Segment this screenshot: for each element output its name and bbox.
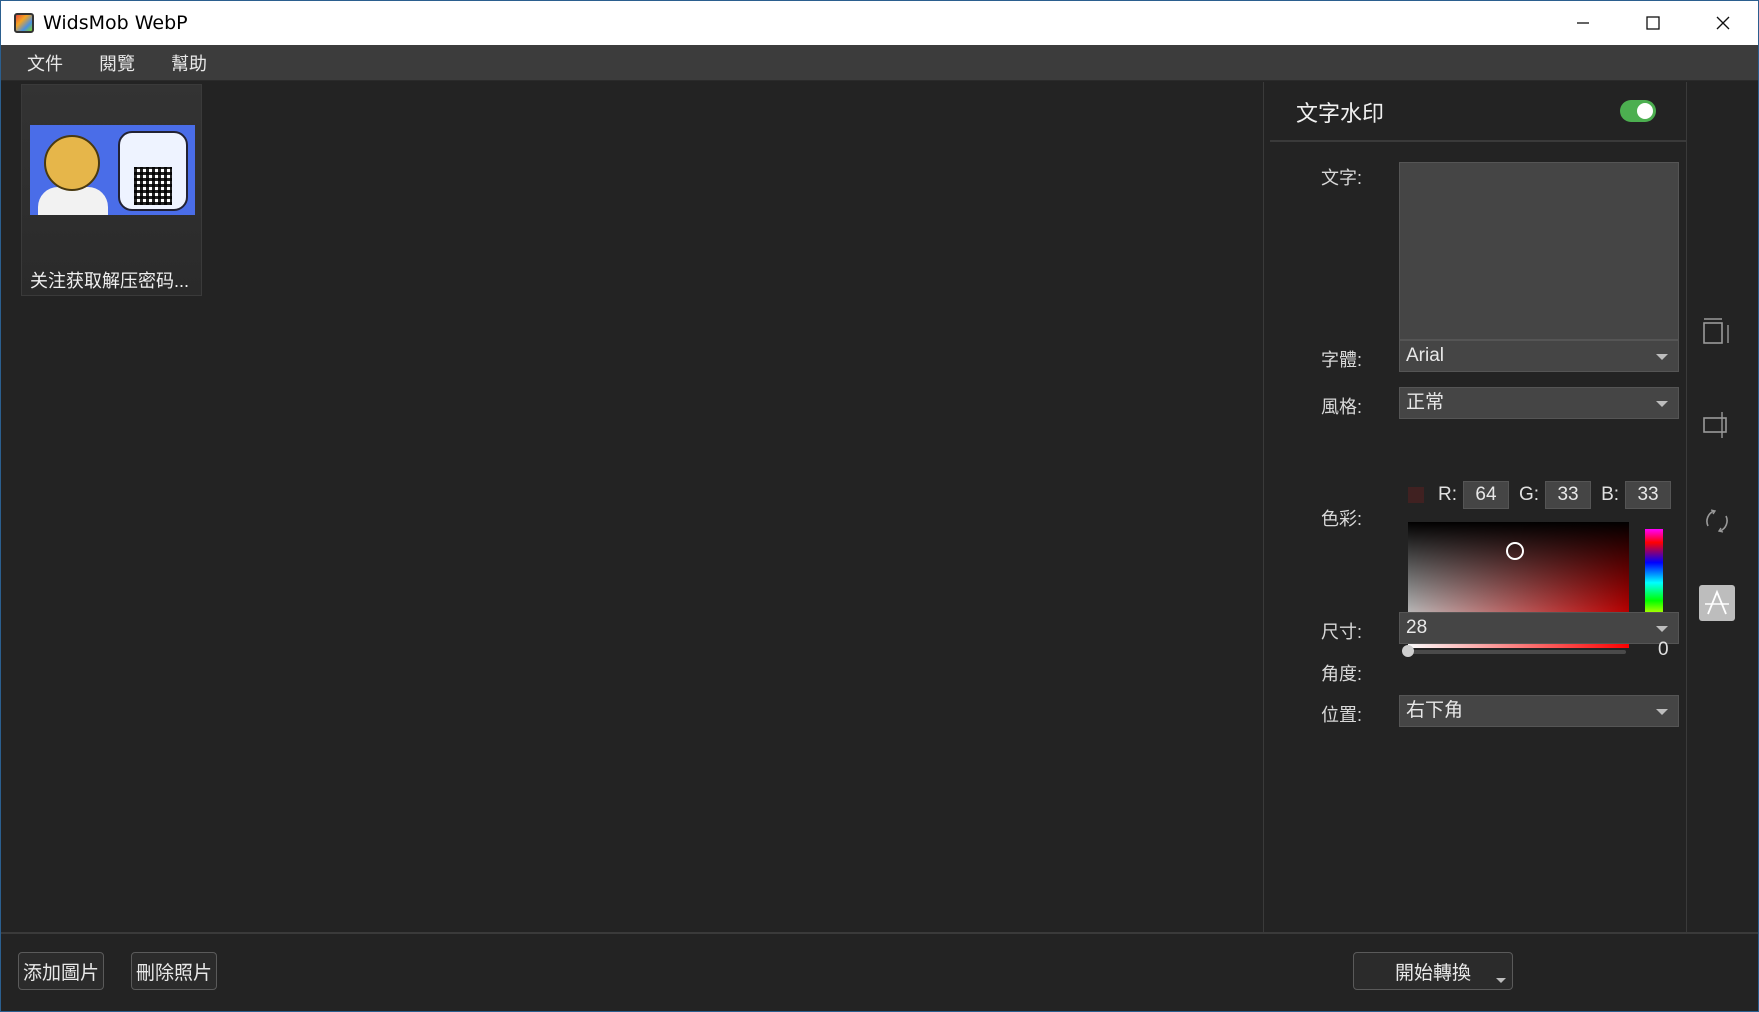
toggle-knob [1637,103,1653,119]
font-select-value: Arial [1406,345,1445,366]
angle-label: 角度: [1321,664,1363,684]
window-controls [1548,1,1758,45]
menu-bar: 文件 閱覽 幫助 [1,45,1758,81]
face-shape [44,135,100,191]
watermark-panel: 文字水印 文字: 字體: Arial 風格: 正常 R: 64 G: 33 B:… [1263,82,1690,932]
watermark-toggle[interactable] [1620,100,1656,122]
picker-cursor[interactable] [1506,542,1524,560]
g-label: G: [1519,484,1540,505]
chevron-down-icon[interactable] [1496,978,1506,983]
panel-title: 文字水印 [1296,101,1385,126]
maximize-icon [1646,16,1660,30]
resize-tool[interactable] [1699,407,1735,443]
qr-code-shape [134,167,172,205]
start-convert-button[interactable]: 開始轉換 [1353,952,1513,990]
delete-photo-button[interactable]: 刪除照片 [131,952,217,990]
b-label: B: [1601,484,1620,505]
angle-slider-track[interactable] [1406,650,1626,654]
font-select[interactable]: Arial [1399,340,1679,372]
image-thumbnail[interactable]: 关注获取解压密码... [21,84,202,296]
close-button[interactable] [1688,1,1758,45]
color-label: 色彩: [1321,509,1363,529]
rotate-tool[interactable] [1699,503,1735,539]
menu-item-view[interactable]: 閱覽 [81,50,153,76]
style-label: 風格: [1321,397,1363,417]
size-select-value: 28 [1406,617,1428,638]
app-icon [14,13,34,33]
font-label: 字體: [1321,350,1363,370]
angle-value: 0 [1658,639,1669,660]
color-swatch [1408,487,1424,503]
start-convert-label: 開始轉換 [1394,962,1471,984]
app-window: WidsMob WebP 文件 閱覽 幫助 关注获取解压密码... 文字水印 文… [0,0,1759,1012]
chevron-down-icon [1656,354,1668,360]
text-label: 文字: [1321,168,1363,188]
menu-item-help[interactable]: 幫助 [153,50,225,76]
b-input[interactable]: 33 [1625,481,1672,509]
thumbnail-image [30,125,195,215]
position-select[interactable]: 右下角 [1399,695,1679,727]
position-label: 位置: [1321,705,1363,725]
crop-resize-tool[interactable] [1699,314,1735,350]
minimize-icon [1577,22,1589,24]
watermark-text-input[interactable] [1399,162,1679,340]
app-title: WidsMob WebP [43,12,188,34]
chevron-down-icon [1656,401,1668,407]
size-select[interactable]: 28 [1399,612,1679,644]
style-select[interactable]: 正常 [1399,387,1679,419]
menu-item-file[interactable]: 文件 [9,50,81,76]
shirt-shape [38,187,108,215]
resize-icon [1703,412,1727,438]
add-image-button[interactable]: 添加圖片 [18,952,104,990]
title-bar: WidsMob WebP [1,1,1758,45]
size-label: 尺寸: [1321,622,1363,642]
footer-bar: 添加圖片 刪除照片 開始轉換 [1,932,1758,1011]
g-input[interactable]: 33 [1545,481,1592,509]
tool-strip [1686,82,1758,932]
image-grid: 关注获取解压密码... [1,82,1263,932]
chevron-down-icon [1656,709,1668,715]
text-watermark-icon [1705,589,1729,615]
position-select-value: 右下角 [1406,700,1464,721]
maximize-button[interactable] [1618,1,1688,45]
crop-resize-icon [1703,318,1729,344]
rotate-icon [1706,509,1728,533]
r-label: R: [1438,484,1457,505]
thumbnail-label: 关注获取解压密码... [30,271,190,291]
angle-slider-knob[interactable] [1402,645,1414,657]
style-select-value: 正常 [1406,392,1445,413]
minimize-button[interactable] [1548,1,1618,45]
panel-header: 文字水印 [1270,82,1690,142]
rgb-row: R: 64 G: 33 B: 33 [1408,480,1681,510]
chevron-down-icon [1656,626,1668,632]
text-watermark-tool[interactable] [1699,585,1735,621]
r-input[interactable]: 64 [1463,481,1509,509]
close-icon [1716,16,1730,30]
